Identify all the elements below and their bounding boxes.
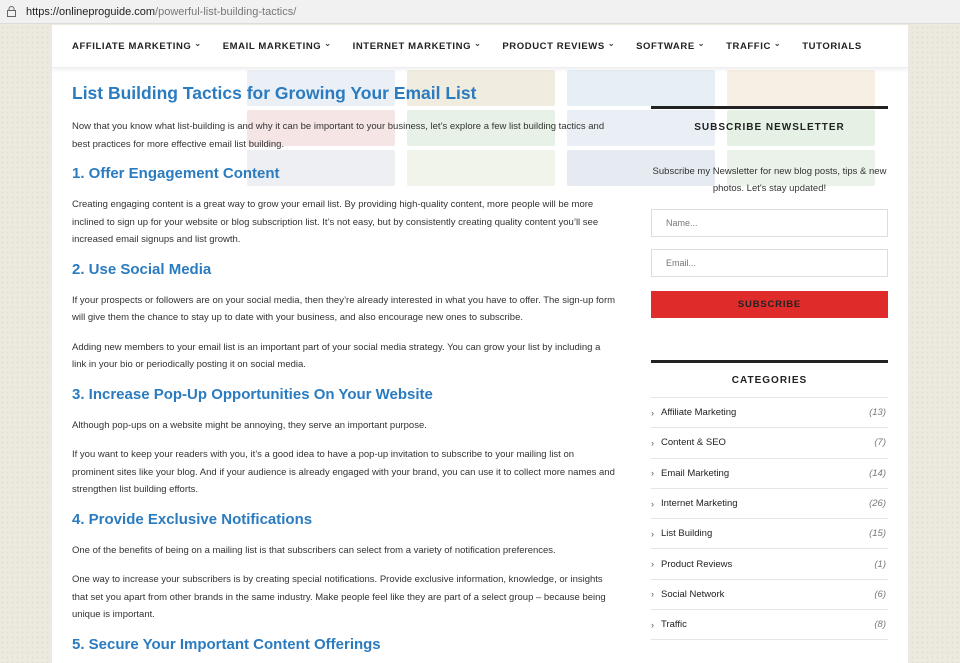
nav-item-traffic[interactable]: TRAFFIC ⌄ <box>726 38 782 52</box>
category-count: (6) <box>874 588 886 600</box>
category-count: (1) <box>874 558 886 570</box>
nav-item-product-reviews[interactable]: PRODUCT REVIEWS ⌄ <box>502 38 616 52</box>
chevron-right-icon: › <box>651 437 654 448</box>
category-count: (13) <box>869 407 886 419</box>
section-paragraph: If your prospects or followers are on yo… <box>72 294 616 324</box>
chevron-right-icon: › <box>651 619 654 630</box>
category-item[interactable]: › Content & SEO (7) <box>651 428 888 459</box>
category-name: Content & SEO <box>661 437 726 449</box>
category-count: (14) <box>869 467 886 479</box>
categories-list: › Affiliate Marketing (13) › Content & SEO (7… <box>651 398 888 641</box>
sidebar: SUBSCRIBE NEWSLETTER Subscribe my Newsle… <box>651 106 888 641</box>
chevron-right-icon: › <box>651 589 654 600</box>
category-item[interactable]: › Affiliate Marketing (13) <box>651 398 888 429</box>
nav-item-email-marketing[interactable]: EMAIL MARKETING ⌄ <box>222 38 332 52</box>
category-name: Product Reviews <box>661 558 733 570</box>
nav-item-tutorials[interactable]: TUTORIALS <box>802 41 862 52</box>
section-paragraph: Adding new members to your email list is… <box>72 341 601 371</box>
chevron-down-icon: ⌄ <box>474 38 482 48</box>
nav-item-label: SOFTWARE <box>636 40 695 52</box>
chevron-right-icon: › <box>651 559 654 570</box>
nav-item-label: TRAFFIC <box>726 40 771 52</box>
nav-item-affiliate-marketing[interactable]: AFFILIATE MARKETING ⌄ <box>72 38 202 52</box>
section-paragraph: One of the benefits of being on a mailin… <box>72 544 556 556</box>
category-name: Traffic <box>661 619 687 631</box>
nav-item-software[interactable]: SOFTWARE ⌄ <box>636 38 706 52</box>
section-paragraph: If you want to keep your readers with yo… <box>72 449 615 495</box>
newsletter-text: Subscribe my Newsletter for new blog pos… <box>652 166 887 194</box>
chevron-down-icon: ⌄ <box>607 38 616 48</box>
section-paragraph: Although pop-ups on a website might be a… <box>72 419 427 431</box>
category-name: Email Marketing <box>661 467 730 479</box>
chevron-right-icon: › <box>651 468 654 479</box>
nav-item-label: INTERNET MARKETING <box>352 40 472 52</box>
chevron-down-icon: ⌄ <box>324 38 332 48</box>
chevron-right-icon: › <box>651 498 654 509</box>
section-paragraph: One way to increase your subscribers is … <box>72 574 606 620</box>
category-item[interactable]: › List Building (15) <box>651 519 888 550</box>
article-intro: Now that you know what list-building is … <box>72 121 605 150</box>
url-path: /powerful-list-building-tactics/ <box>155 5 297 18</box>
chevron-down-icon: ⌄ <box>194 38 202 48</box>
category-count: (7) <box>874 437 886 449</box>
section-heading: 3. Increase Pop-Up Opportunities On Your… <box>72 385 433 403</box>
article-title: List Building Tactics for Growing Your E… <box>72 83 477 103</box>
category-item[interactable]: › Social Network (6) <box>651 580 888 611</box>
nav-item-label: TUTORIALS <box>802 40 862 52</box>
subscribe-button[interactable]: SUBSCRIBE <box>651 291 888 318</box>
section-heading: 5. Secure Your Important Content Offerin… <box>72 635 381 653</box>
category-count: (15) <box>869 528 886 540</box>
nav-item-label: AFFILIATE MARKETING <box>72 40 192 52</box>
category-name: Social Network <box>661 588 725 600</box>
category-count: (8) <box>874 619 886 631</box>
article-sections: 1. Offer Engagement Content Creating enga… <box>72 165 617 653</box>
chevron-down-icon: ⌄ <box>773 38 782 48</box>
email-field[interactable]: Email... <box>651 249 888 277</box>
nav-item-label: EMAIL MARKETING <box>222 40 322 52</box>
category-item[interactable]: › Traffic (8) <box>651 610 888 641</box>
article: List Building Tactics for Growing Your E… <box>72 83 617 663</box>
category-name: List Building <box>661 528 713 540</box>
chevron-right-icon: › <box>651 528 654 539</box>
nav-item-internet-marketing[interactable]: INTERNET MARKETING ⌄ <box>352 38 482 52</box>
section-heading: 2. Use Social Media <box>72 260 212 278</box>
newsletter-title: SUBSCRIBE NEWSLETTER <box>651 106 888 133</box>
category-item[interactable]: › Email Marketing (14) <box>651 459 888 489</box>
category-name: Internet Marketing <box>661 498 738 510</box>
categories-title: CATEGORIES <box>651 360 888 398</box>
nav-item-label: PRODUCT REVIEWS <box>502 40 605 52</box>
main-nav: AFFILIATE MARKETING ⌄ EMAIL MARKETING ⌄ INTE… <box>52 25 908 68</box>
chevron-down-icon: ⌄ <box>697 38 706 48</box>
category-name: Affiliate Marketing <box>661 407 737 419</box>
category-item[interactable]: › Internet Marketing (26) <box>651 489 888 520</box>
name-field[interactable]: Name... <box>651 209 888 237</box>
section-paragraph: Creating engaging content is a great way… <box>72 199 599 245</box>
category-item[interactable]: › Product Reviews (1) <box>651 549 888 580</box>
address-bar[interactable]: https://onlineproguide.com/powerful-list… <box>0 0 960 24</box>
section-heading: 1. Offer Engagement Content <box>72 165 280 182</box>
lock-icon <box>4 5 18 19</box>
section-heading: 4. Provide Exclusive Notifications <box>72 510 313 528</box>
page: AFFILIATE MARKETING ⌄ EMAIL MARKETING ⌄ INTE… <box>52 25 908 663</box>
chevron-right-icon: › <box>651 407 654 418</box>
thumbnail <box>727 70 875 106</box>
url-host: https://onlineproguide.com <box>26 5 156 18</box>
category-count: (26) <box>869 498 886 510</box>
